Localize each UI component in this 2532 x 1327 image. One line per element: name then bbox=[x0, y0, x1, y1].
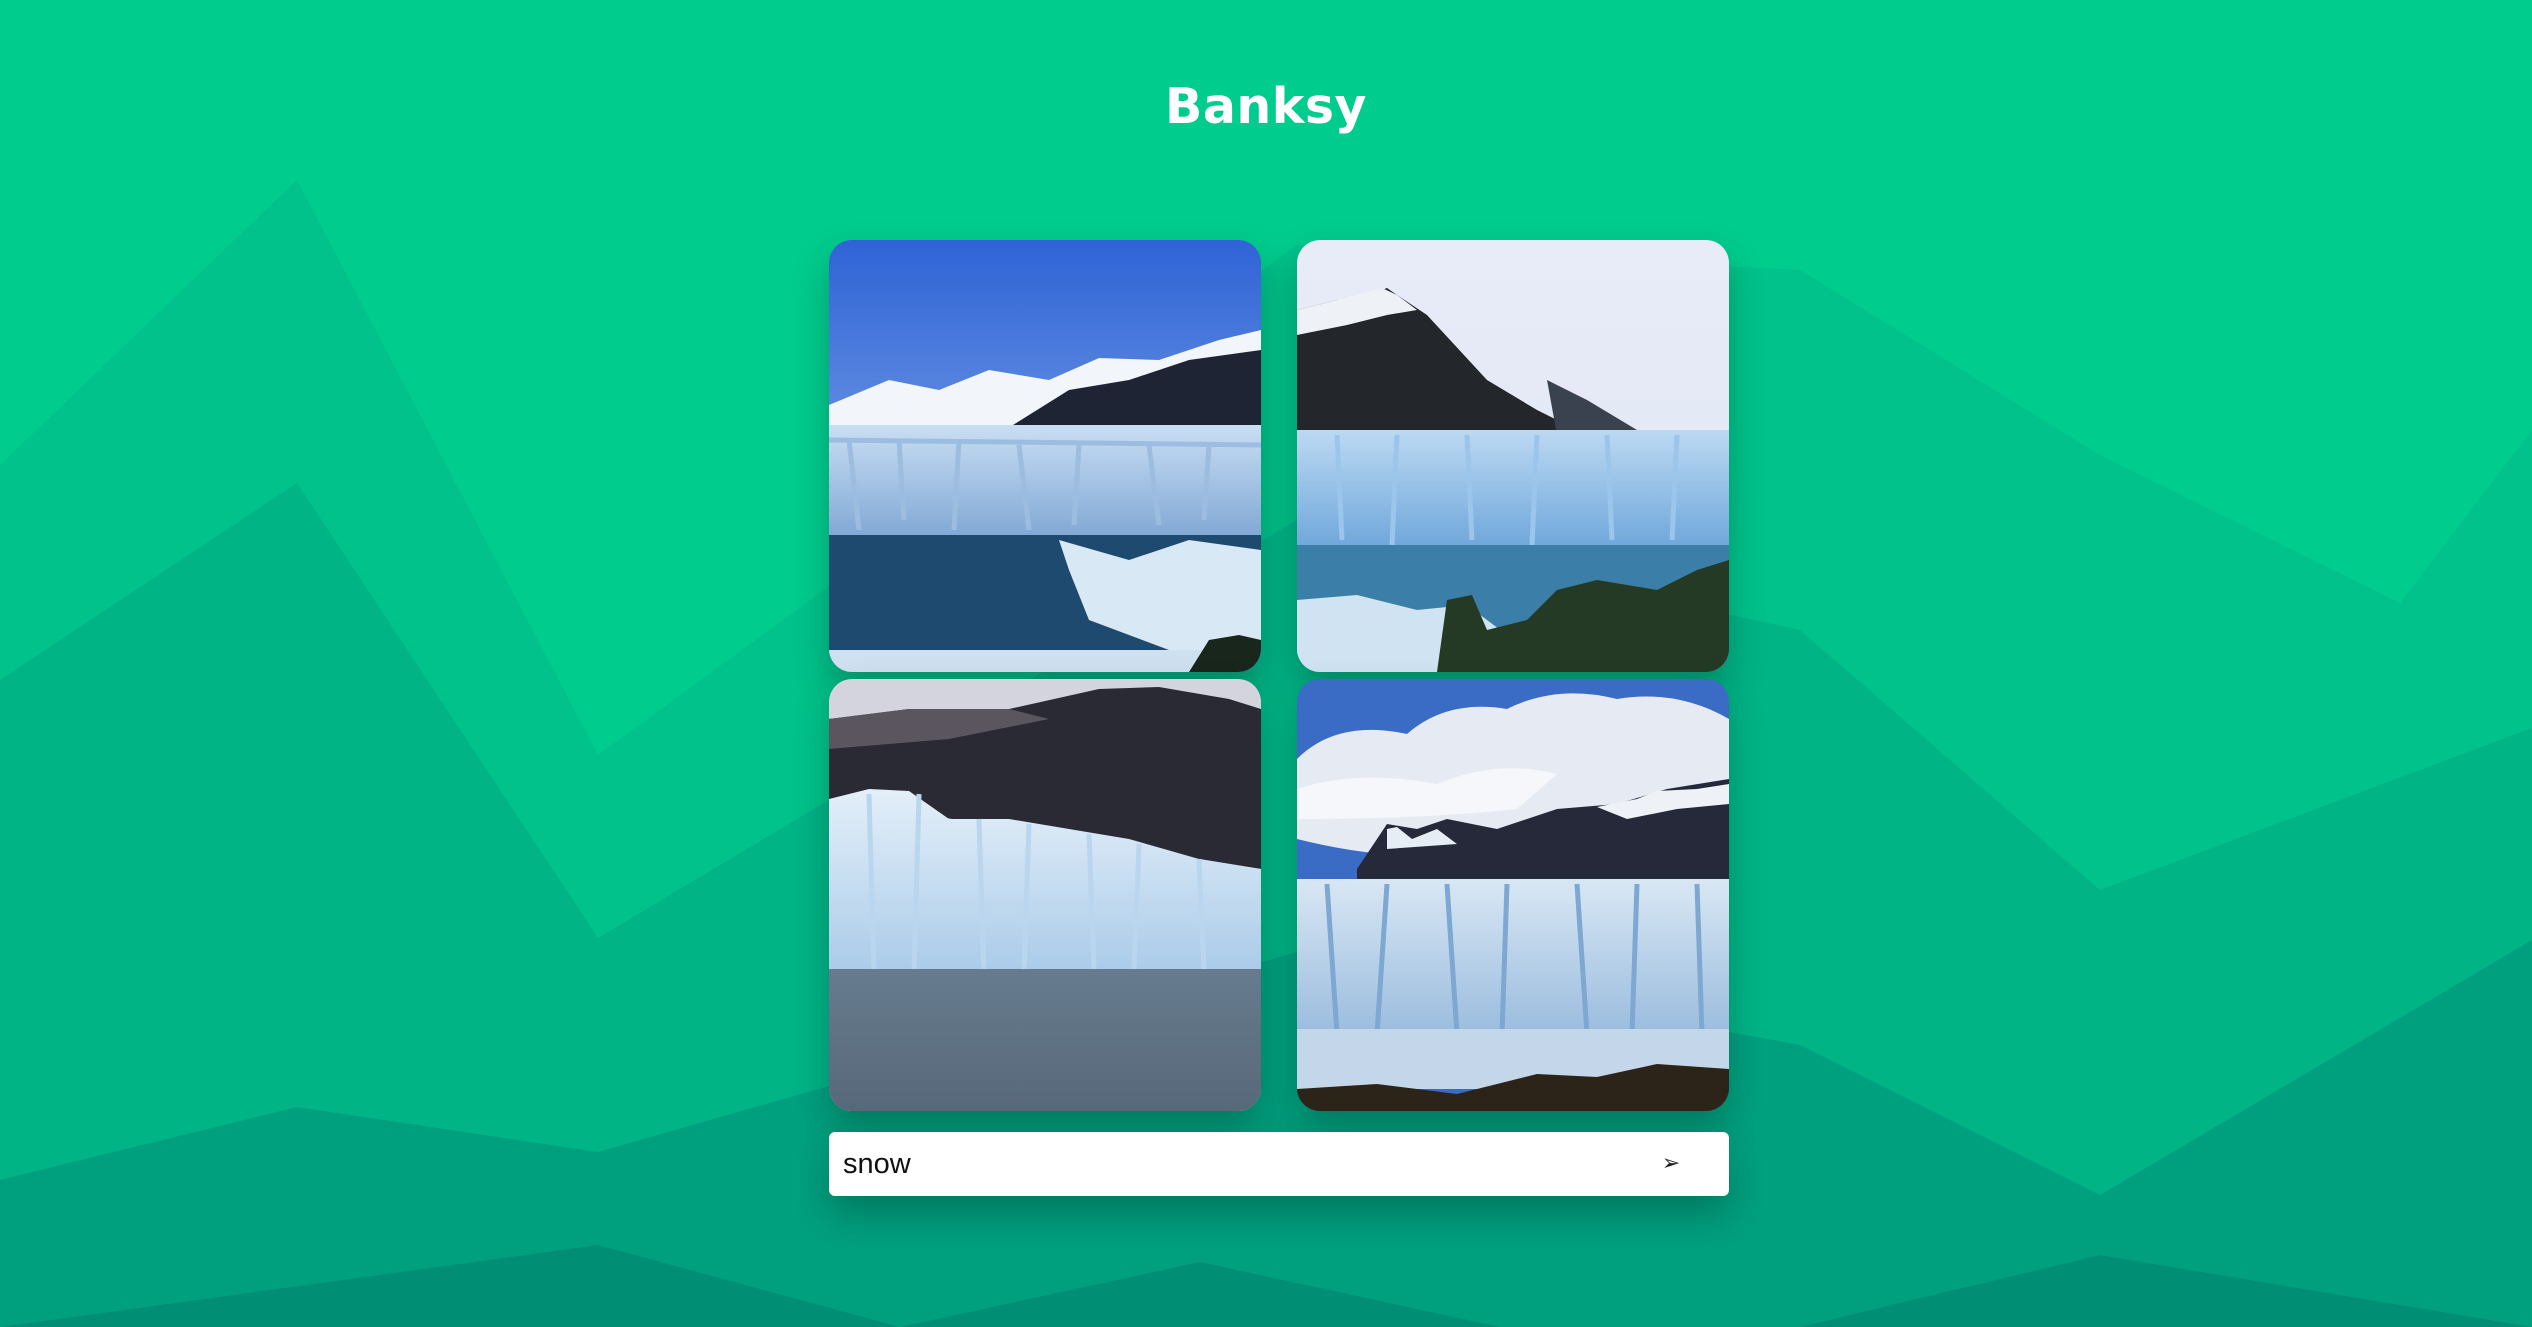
prompt-input[interactable] bbox=[843, 1132, 1623, 1196]
background-mountains bbox=[0, 180, 2532, 1327]
send-icon[interactable]: ➢ bbox=[1653, 1146, 1689, 1182]
gallery-image-2[interactable] bbox=[1297, 240, 1729, 672]
gallery-image-4[interactable] bbox=[1297, 679, 1729, 1111]
prompt-bar: ➢ bbox=[829, 1132, 1729, 1196]
glacier-photo-1 bbox=[829, 240, 1261, 672]
glacier-photo-3 bbox=[829, 679, 1261, 1111]
gallery-image-1[interactable] bbox=[829, 240, 1261, 672]
glacier-photo-2 bbox=[1297, 240, 1729, 672]
gallery-image-3[interactable] bbox=[829, 679, 1261, 1111]
page-title: Banksy bbox=[1165, 78, 1367, 135]
glacier-photo-4 bbox=[1297, 679, 1729, 1111]
